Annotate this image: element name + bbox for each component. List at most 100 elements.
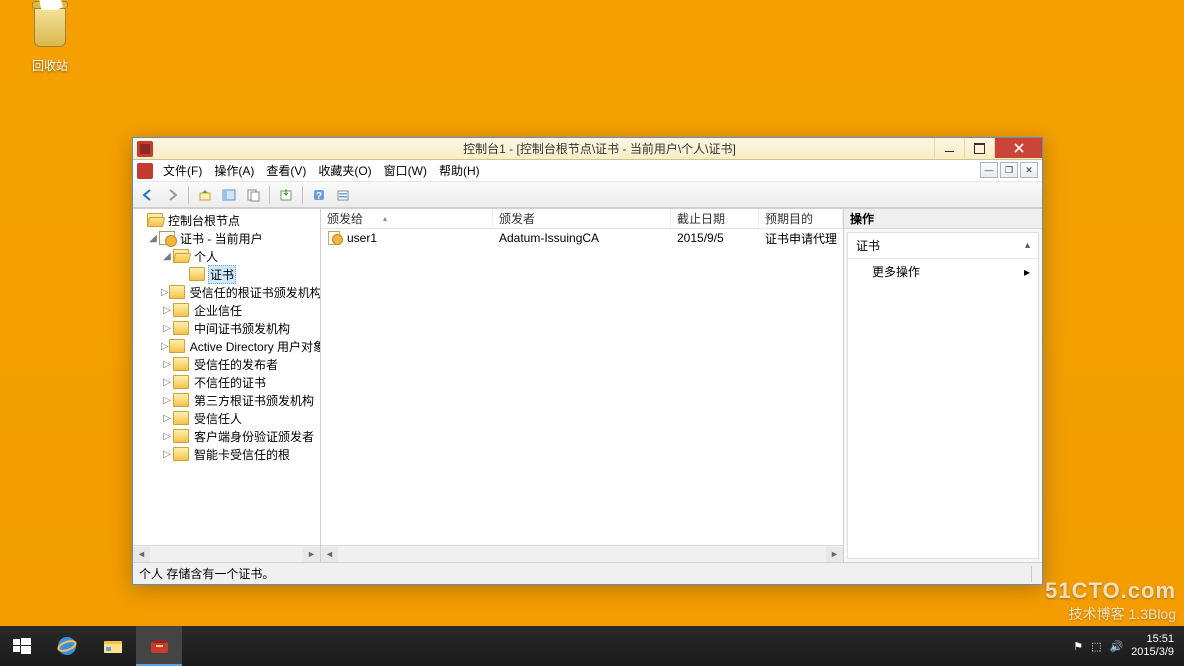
system-tray[interactable]: ⚑ ⬚ 🔊 15:51 2015/3/9 [1063, 633, 1184, 659]
expand-icon[interactable]: ▷ [161, 341, 169, 352]
action-more-actions[interactable]: 更多操作 ▸ [848, 259, 1038, 284]
expand-icon[interactable]: ▷ [161, 449, 173, 460]
minimize-button[interactable] [934, 138, 964, 158]
tree-node-folder[interactable]: ▷ 受信任人 [133, 409, 320, 427]
taskbar-item-ie[interactable] [44, 626, 90, 666]
scroll-left-arrow[interactable]: ◄ [321, 547, 338, 562]
tree-label: 受信任的发布者 [192, 356, 280, 373]
taskbar: ⚑ ⬚ 🔊 15:51 2015/3/9 [0, 626, 1184, 666]
action-group-label: 证书 [856, 237, 880, 254]
refresh-button[interactable] [332, 184, 354, 206]
copy-button[interactable] [242, 184, 264, 206]
collapse-icon[interactable]: ◢ [147, 233, 159, 244]
tree-node-folder[interactable]: ▷ 客户端身份验证颁发者 [133, 427, 320, 445]
sort-asc-icon: ▴ [383, 214, 387, 223]
tree-node-folder[interactable]: ▷受信任的根证书颁发机构 [133, 283, 320, 301]
tree-node-folder[interactable]: ▷ 第三方根证书颁发机构 [133, 391, 320, 409]
tree-node-console-root[interactable]: 控制台根节点 [133, 211, 320, 229]
tray-clock[interactable]: 15:51 2015/3/9 [1131, 633, 1174, 659]
expand-icon[interactable]: ▷ [161, 413, 173, 424]
tree-label: 第三方根证书颁发机构 [192, 392, 316, 409]
tree-label: 中间证书颁发机构 [192, 320, 292, 337]
folder-icon [169, 285, 185, 299]
expand-icon[interactable]: ▷ [161, 395, 173, 406]
back-button[interactable] [137, 184, 159, 206]
collapse-arrow-icon: ▴ [1025, 240, 1030, 251]
maximize-button[interactable] [964, 138, 994, 158]
expand-icon[interactable]: ▷ [161, 305, 173, 316]
expand-icon[interactable]: ▷ [161, 431, 173, 442]
expand-icon[interactable]: ▷ [161, 323, 173, 334]
mdi-close-button[interactable]: ✕ [1020, 162, 1038, 178]
content-area: 控制台根节点 ◢ 证书 - 当前用户 ◢ 个人 证书 ▷受信任的根证书 [133, 208, 1042, 562]
tray-time: 15:51 [1131, 633, 1174, 646]
forward-button[interactable] [161, 184, 183, 206]
tray-network-icon[interactable]: ⬚ [1091, 640, 1101, 653]
tree-node-certificates[interactable]: 证书 [133, 265, 320, 283]
tree-node-folder[interactable]: ▷智能卡受信任的根 [133, 445, 320, 463]
column-header-purpose[interactable]: 预期目的 [759, 209, 843, 228]
list-pane: 颁发给▴ 颁发者 截止日期 预期目的 user1Adatum-IssuingCA… [321, 209, 844, 562]
scroll-left-arrow[interactable]: ◄ [133, 547, 150, 562]
tree[interactable]: 控制台根节点 ◢ 证书 - 当前用户 ◢ 个人 证书 ▷受信任的根证书 [133, 209, 320, 545]
scroll-track[interactable] [150, 547, 303, 562]
folder-icon [169, 339, 185, 353]
scroll-track[interactable] [338, 547, 826, 562]
up-button[interactable] [194, 184, 216, 206]
titlebar[interactable]: 控制台1 - [控制台根节点\证书 - 当前用户\个人\证书] [133, 138, 1042, 160]
tree-horizontal-scrollbar[interactable]: ◄ ► [133, 545, 320, 562]
column-header-issued-by[interactable]: 颁发者 [493, 209, 671, 228]
tree-node-folder[interactable]: ▷ 受信任的发布者 [133, 355, 320, 373]
tree-node-folder[interactable]: ▷ 企业信任 [133, 301, 320, 319]
tree-node-personal[interactable]: ◢ 个人 [133, 247, 320, 265]
column-header-issued-to[interactable]: 颁发给▴ [321, 209, 493, 228]
action-label: 更多操作 [872, 263, 920, 280]
toolbar: ? [133, 182, 1042, 208]
expand-icon[interactable]: ▷ [161, 287, 169, 298]
list-row[interactable]: user1Adatum-IssuingCA2015/9/5证书申请代理 [321, 229, 843, 247]
tree-label: Active Directory 用户对象 [188, 338, 320, 355]
mdi-restore-button[interactable]: ❐ [1000, 162, 1018, 178]
folder-icon [147, 213, 163, 227]
tree-node-folder[interactable]: ▷ Active Directory 用户对象 [133, 337, 320, 355]
list-horizontal-scrollbar[interactable]: ◄ ► [321, 545, 843, 562]
mdi-minimize-button[interactable]: — [980, 162, 998, 178]
action-group-certificates[interactable]: 证书 ▴ [848, 233, 1038, 259]
menu-window[interactable]: 窗口(W) [378, 160, 433, 181]
tray-volume-icon[interactable]: 🔊 [1109, 640, 1123, 653]
toolbar-separator [302, 186, 303, 204]
tree-label: 受信任人 [192, 410, 244, 427]
menu-view[interactable]: 查看(V) [260, 160, 312, 181]
list-body[interactable]: user1Adatum-IssuingCA2015/9/5证书申请代理 [321, 229, 843, 545]
actions-pane: 操作 证书 ▴ 更多操作 ▸ [844, 209, 1042, 562]
menu-favorites[interactable]: 收藏夹(O) [312, 160, 377, 181]
tree-node-folder[interactable]: ▷ 中间证书颁发机构 [133, 319, 320, 337]
tree-node-cert-user[interactable]: ◢ 证书 - 当前用户 [133, 229, 320, 247]
scroll-right-arrow[interactable]: ► [826, 547, 843, 562]
statusbar: 个人 存储含有一个证书。 [133, 562, 1042, 584]
cell-purpose: 证书申请代理 [759, 230, 843, 247]
show-hide-tree-button[interactable] [218, 184, 240, 206]
expand-icon[interactable]: ▷ [161, 377, 173, 388]
tree-label: 企业信任 [192, 302, 244, 319]
collapse-icon[interactable]: ◢ [161, 251, 173, 262]
help-button[interactable]: ? [308, 184, 330, 206]
desktop-icon-recycle-bin[interactable]: 回收站 [15, 5, 85, 74]
start-button[interactable] [0, 626, 44, 666]
taskbar-item-mmc[interactable] [136, 626, 182, 666]
column-header-expiry[interactable]: 截止日期 [671, 209, 759, 228]
tray-flag-icon[interactable]: ⚑ [1073, 640, 1083, 653]
menu-file[interactable]: 文件(F) [157, 160, 208, 181]
watermark-sub: 技术博客 1.3Blog [1045, 604, 1176, 624]
expand-icon[interactable]: ▷ [161, 359, 173, 370]
menu-action[interactable]: 操作(A) [208, 160, 260, 181]
tree-node-folder[interactable]: ▷不信任的证书 [133, 373, 320, 391]
tree-label: 客户端身份验证颁发者 [192, 428, 316, 445]
menu-help[interactable]: 帮助(H) [433, 160, 486, 181]
close-button[interactable] [994, 138, 1042, 158]
cell-issued-by: Adatum-IssuingCA [493, 231, 671, 245]
taskbar-item-explorer[interactable] [90, 626, 136, 666]
folder-icon [173, 447, 189, 461]
export-button[interactable] [275, 184, 297, 206]
scroll-right-arrow[interactable]: ► [303, 547, 320, 562]
